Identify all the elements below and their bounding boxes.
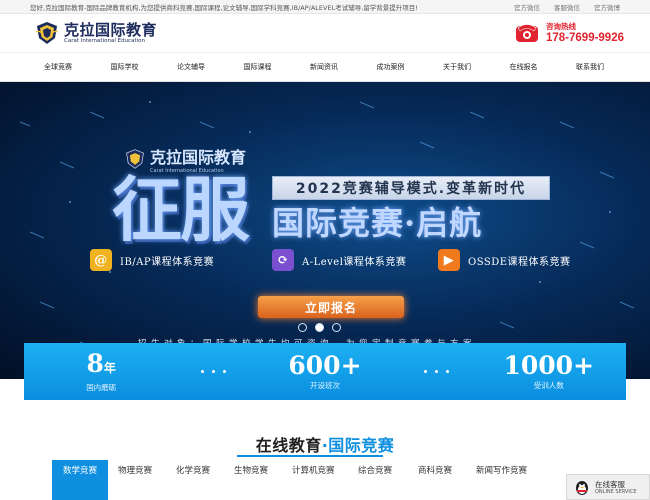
hero-logo-title: 克拉国际教育 [150,148,247,167]
service-label: 在线客服 [595,479,625,489]
nav-international-courses[interactable]: 国际课程 [244,62,272,72]
signup-now-button[interactable]: 立即报名 [258,296,404,318]
service-sublabel: ONLINE SERVICE [595,488,637,495]
stat-separator [424,370,450,373]
section-title-a: 在线教育 [255,436,322,455]
nav-success-cases[interactable]: 成功案例 [377,62,405,72]
shield-emblem-icon [35,22,59,44]
stat-classes: 600+ 开设班次 [270,352,380,391]
tab-math[interactable]: 数学竞赛 [52,460,108,500]
stat-years-label: 国内磨砺 [86,383,117,392]
nav-online-signup[interactable]: 在线报名 [510,62,538,72]
system-ib-ap-label: IB/AP课程体系竞赛 [120,256,215,268]
link-service-wechat[interactable]: 客服微信 [554,2,580,12]
nav-about-us[interactable]: 关于我们 [443,62,471,72]
tab-biology[interactable]: 生物竞赛 [234,460,268,500]
stat-trainees-label: 受训人数 [533,381,564,390]
play-icon: ▶ [438,249,460,271]
hero-banner[interactable]: 克拉国际教育 Carat International Education 征服 … [0,82,650,379]
carousel-dot-2[interactable] [315,323,324,332]
main-nav: 全球竞赛 国际学校 论文辅导 国际课程 新闻资讯 成功案例 关于我们 在线报名 … [0,52,650,82]
hotline-number[interactable]: 178-7699-9926 [546,32,624,45]
carousel-dot-3[interactable] [332,323,341,332]
shield-emblem-icon [126,149,144,169]
hero-headline: 征服 [112,168,250,251]
tab-physics[interactable]: 物理竞赛 [118,460,152,500]
nav-international-schools[interactable]: 国际学校 [111,62,139,72]
tab-comprehensive[interactable]: 综合竞赛 [358,460,392,500]
system-ib-ap[interactable]: @ IB/AP课程体系竞赛 [90,249,214,271]
link-official-weibo[interactable]: 官方微博 [594,2,620,12]
logo-title: 克拉国际教育 [64,20,158,39]
section-title: 在线教育·国际竞赛 [0,432,650,456]
stat-years-value: 8 [86,349,104,378]
penguin-icon [576,481,588,495]
link-official-wechat[interactable]: 官方微信 [514,2,540,12]
tab-journalism[interactable]: 新闻写作竞赛 [476,460,527,500]
nav-thesis-tutoring[interactable]: 论文辅导 [177,62,205,72]
competition-tabs: 数学竞赛 物理竞赛 化学竞赛 生物竞赛 计算机竞赛 综合竞赛 商科竞赛 新闻写作… [0,460,650,500]
stat-years-unit: 年 [103,361,116,375]
section-title-b: 国际竞赛 [328,436,395,455]
stats-bar: 8年 国内磨砺 600+ 开设班次 1000+ 受训人数 [24,343,626,400]
site-header: 克拉国际教育 Carat International Education 咨询热… [0,14,650,52]
hotline: 咨询热线 178-7699-9926 [514,22,624,45]
site-logo[interactable]: 克拉国际教育 Carat International Education [34,20,157,46]
site-intro-text: 您好,克拉国际教育-国际品牌教育机构,为您提供商科竞赛,国际课程,论文辅导,国际… [30,3,418,12]
nav-news[interactable]: 新闻资讯 [310,62,338,72]
tab-business[interactable]: 商科竞赛 [418,460,452,500]
top-bar: 您好,克拉国际教育-国际品牌教育机构,为您提供商科竞赛,国际课程,论文辅导,国际… [0,0,650,14]
hero-subheadline: 国际竞赛·启航 [272,204,483,242]
stat-trainees-value: 1000+ [503,351,595,380]
tab-computer[interactable]: 计算机竞赛 [292,460,335,500]
tab-chemistry[interactable]: 化学竞赛 [176,460,210,500]
stat-trainees: 1000+ 受训人数 [494,352,604,391]
system-ossde-label: OSSDE课程体系竞赛 [468,256,571,268]
system-ossde[interactable]: ▶ OSSDE课程体系竞赛 [438,249,571,271]
stat-separator [200,370,226,373]
online-service-widget[interactable]: 在线客服 ONLINE SERVICE [566,474,650,500]
stat-classes-label: 开设班次 [309,381,340,390]
system-a-level[interactable]: ⟳ A-Level课程体系竞赛 [272,249,406,271]
carousel-dots [298,323,341,332]
section-title-underline [237,455,383,457]
hero-slogan: 2022竞赛辅导模式.变革新时代 [272,176,550,200]
nav-contact-us[interactable]: 联系我们 [576,62,604,72]
logo-subtitle: Carat International Education [64,37,145,44]
at-sign-icon: @ [90,249,112,271]
carousel-dot-1[interactable] [298,323,307,332]
telephone-icon [515,24,538,42]
stat-years: 8年 国内磨砺 [46,350,156,393]
stat-classes-value: 600+ [288,351,362,380]
system-a-level-label: A-Level课程体系竞赛 [302,256,407,268]
nav-global-competitions[interactable]: 全球竞赛 [44,62,72,72]
hotline-label: 咨询热线 [545,21,576,31]
top-links: 官方微信 客服微信 官方微博 [514,2,620,12]
refresh-icon: ⟳ [272,249,294,271]
